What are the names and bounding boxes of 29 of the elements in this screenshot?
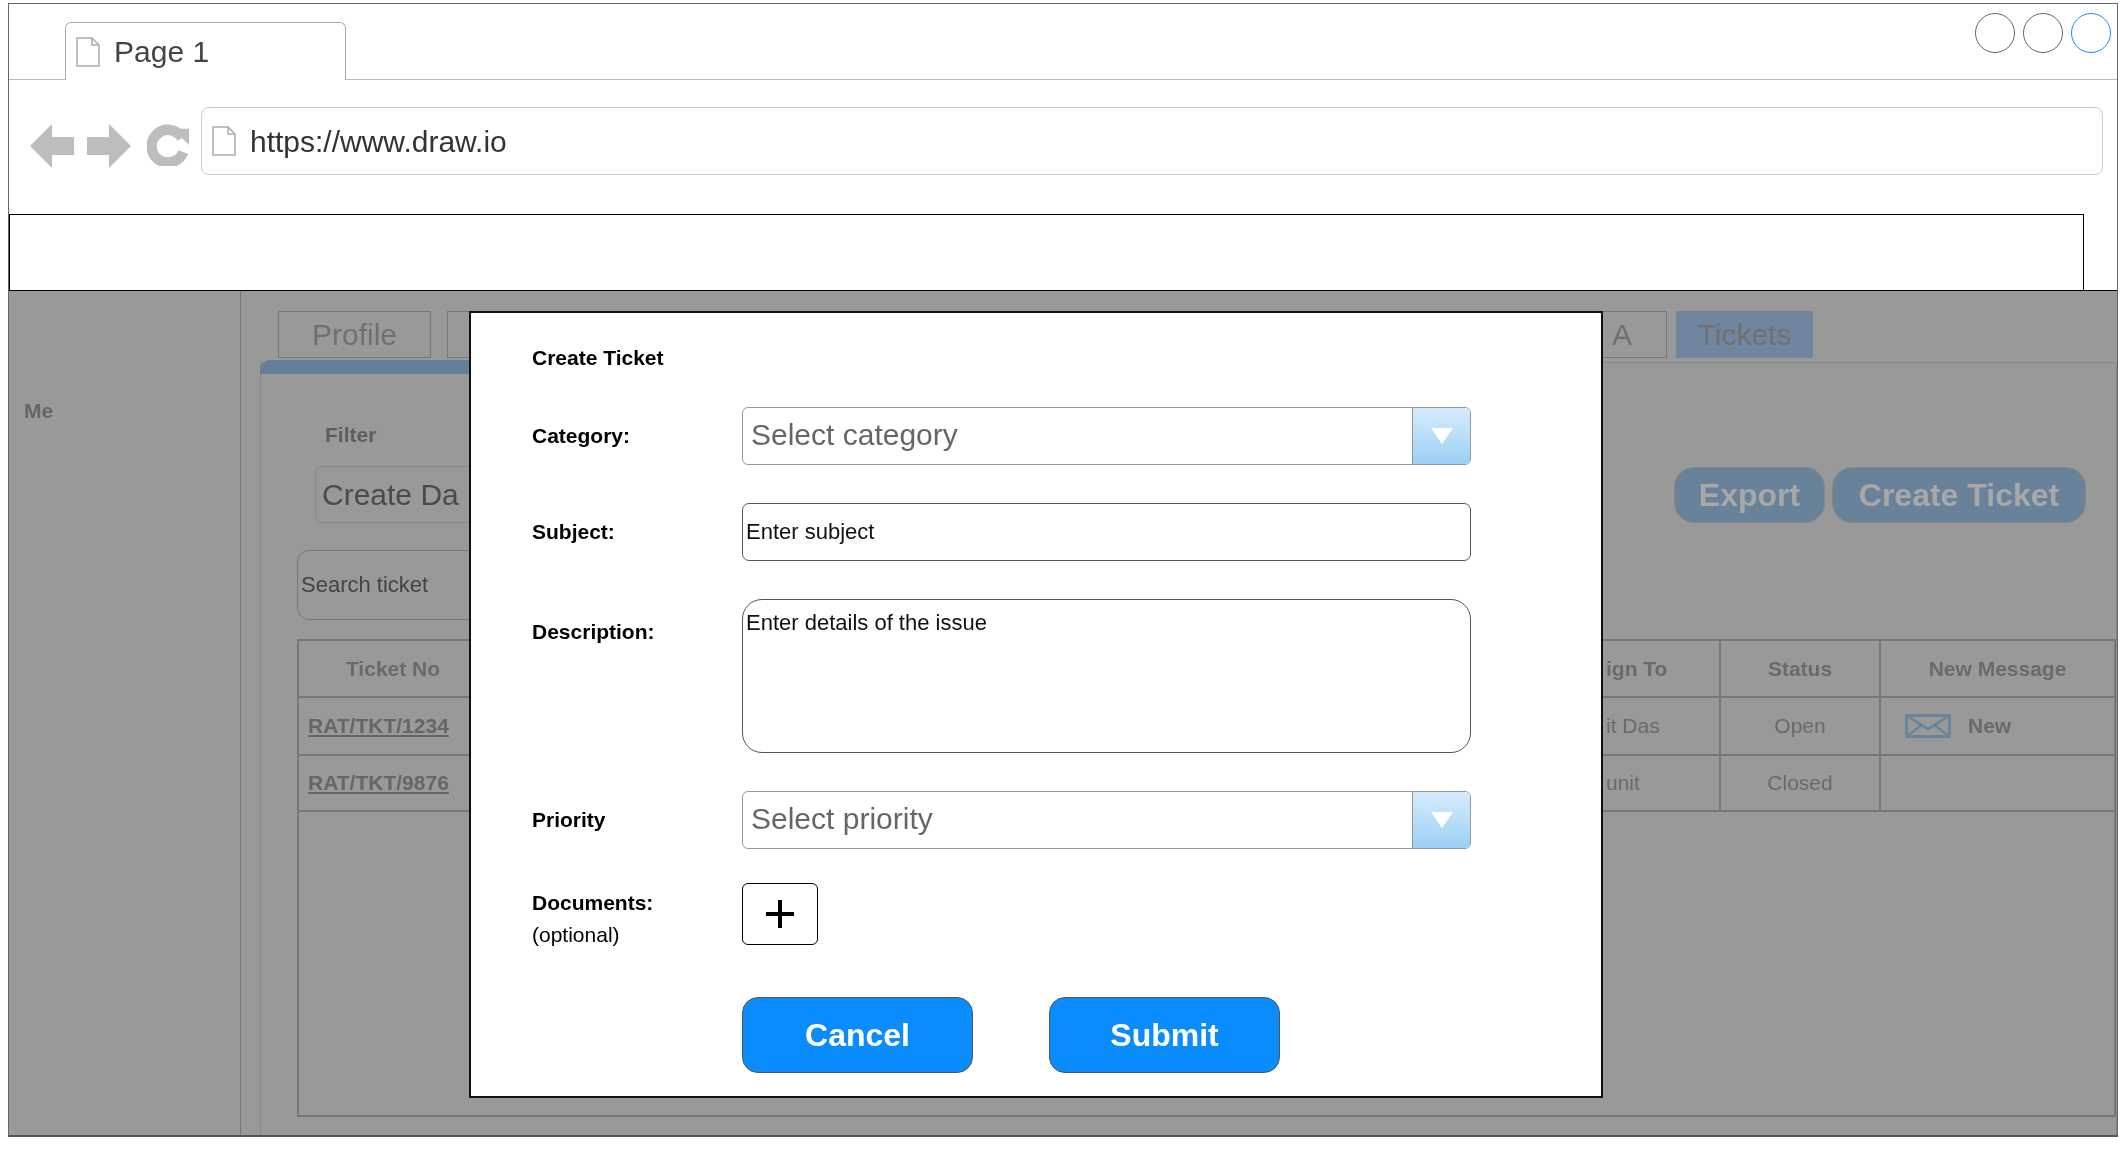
- field-label: Priority: [532, 807, 607, 834]
- export-button[interactable]: Export: [1674, 466, 1825, 523]
- reload-icon[interactable]: [147, 124, 189, 166]
- browser-tab[interactable]: Page 1: [65, 22, 346, 80]
- cancel-button[interactable]: Cancel: [742, 997, 973, 1073]
- forward-icon[interactable]: [87, 124, 131, 168]
- page-icon: [212, 126, 236, 156]
- dropdown[interactable]: Select category: [742, 407, 1471, 465]
- dropdown[interactable]: Select priority: [742, 791, 1471, 849]
- tab-title: Page 1: [114, 34, 210, 70]
- envelope-icon: [1905, 714, 1951, 738]
- submit-button[interactable]: Submit: [1049, 997, 1280, 1073]
- add-document-button[interactable]: [742, 883, 818, 945]
- field-note: (optional): [532, 921, 621, 948]
- field-label: Description:: [532, 619, 656, 645]
- filter-label: Filter: [325, 423, 377, 447]
- field-label: Category:: [532, 423, 632, 450]
- url-text: https://www.draw.io: [250, 123, 507, 160]
- dropdown-arrow-icon: [1428, 426, 1455, 446]
- subject-field[interactable]: Enter subject: [742, 503, 1471, 561]
- description-field[interactable]: Enter details of the issue: [742, 599, 1471, 753]
- plus-icon: [764, 898, 796, 930]
- dialog-title: Create Ticket: [532, 345, 665, 371]
- create-ticket-button[interactable]: Create Ticket: [1832, 466, 2086, 523]
- back-icon[interactable]: [30, 124, 74, 168]
- dropdown-arrow-icon: [1428, 810, 1455, 830]
- page-icon: [76, 36, 100, 67]
- address-bar[interactable]: https://www.draw.io: [201, 107, 2103, 175]
- field-label: Documents:: [532, 890, 655, 916]
